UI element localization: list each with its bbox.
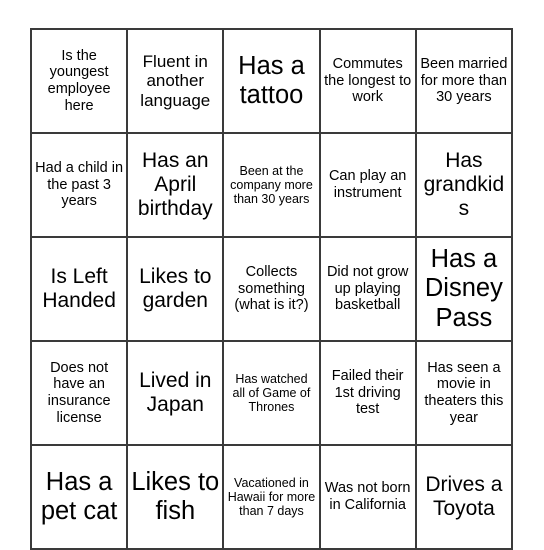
bingo-row: Had a child in the past 3 years Has an A… <box>29 132 514 238</box>
bingo-cell[interactable]: Has grandkids <box>414 132 514 238</box>
bingo-cell[interactable]: Drives a Toyota <box>414 444 514 550</box>
bingo-cell[interactable]: Been married for more than 30 years <box>414 28 514 134</box>
bingo-cell[interactable]: Has a Disney Pass <box>414 236 514 342</box>
bingo-cell[interactable]: Vacationed in Hawaii for more than 7 day… <box>222 444 321 550</box>
bingo-grid-body: Is the youngest employee here Fluent in … <box>29 28 514 550</box>
bingo-cell[interactable]: Commutes the longest to work <box>318 28 417 134</box>
bingo-row: Is Left Handed Likes to garden Collects … <box>29 236 514 342</box>
bingo-cell[interactable]: Likes to fish <box>126 444 225 550</box>
bingo-cell[interactable]: Can play an instrument <box>318 132 417 238</box>
bingo-cell[interactable]: Did not grow up playing basketball <box>318 236 417 342</box>
bingo-card: Is the youngest employee here Fluent in … <box>29 28 514 550</box>
bingo-row: Is the youngest employee here Fluent in … <box>29 28 514 134</box>
bingo-cell[interactable]: Has a tattoo <box>222 28 321 134</box>
bingo-cell[interactable]: Is Left Handed <box>29 236 129 342</box>
bingo-cell[interactable]: Has a pet cat <box>29 444 129 550</box>
bingo-cell[interactable]: Is the youngest employee here <box>29 28 129 134</box>
bingo-cell[interactable]: Lived in Japan <box>126 340 225 446</box>
bingo-row: Has a pet cat Likes to fish Vacationed i… <box>29 444 514 550</box>
bingo-cell[interactable]: Likes to garden <box>126 236 225 342</box>
bingo-cell[interactable]: Failed their 1st driving test <box>318 340 417 446</box>
bingo-row: Does not have an insurance license Lived… <box>29 340 514 446</box>
bingo-grid: Is the youngest employee here Fluent in … <box>29 28 514 550</box>
bingo-cell[interactable]: Has watched all of Game of Thrones <box>222 340 321 446</box>
bingo-cell[interactable]: Has an April birthday <box>126 132 225 238</box>
bingo-cell[interactable]: Was not born in California <box>318 444 417 550</box>
bingo-cell[interactable]: Had a child in the past 3 years <box>29 132 129 238</box>
bingo-cell[interactable]: Been at the company more than 30 years <box>222 132 321 238</box>
bingo-cell[interactable]: Collects something (what is it?) <box>222 236 321 342</box>
bingo-cell[interactable]: Does not have an insurance license <box>29 340 129 446</box>
bingo-cell[interactable]: Fluent in another language <box>126 28 225 134</box>
bingo-cell[interactable]: Has seen a movie in theaters this year <box>414 340 514 446</box>
